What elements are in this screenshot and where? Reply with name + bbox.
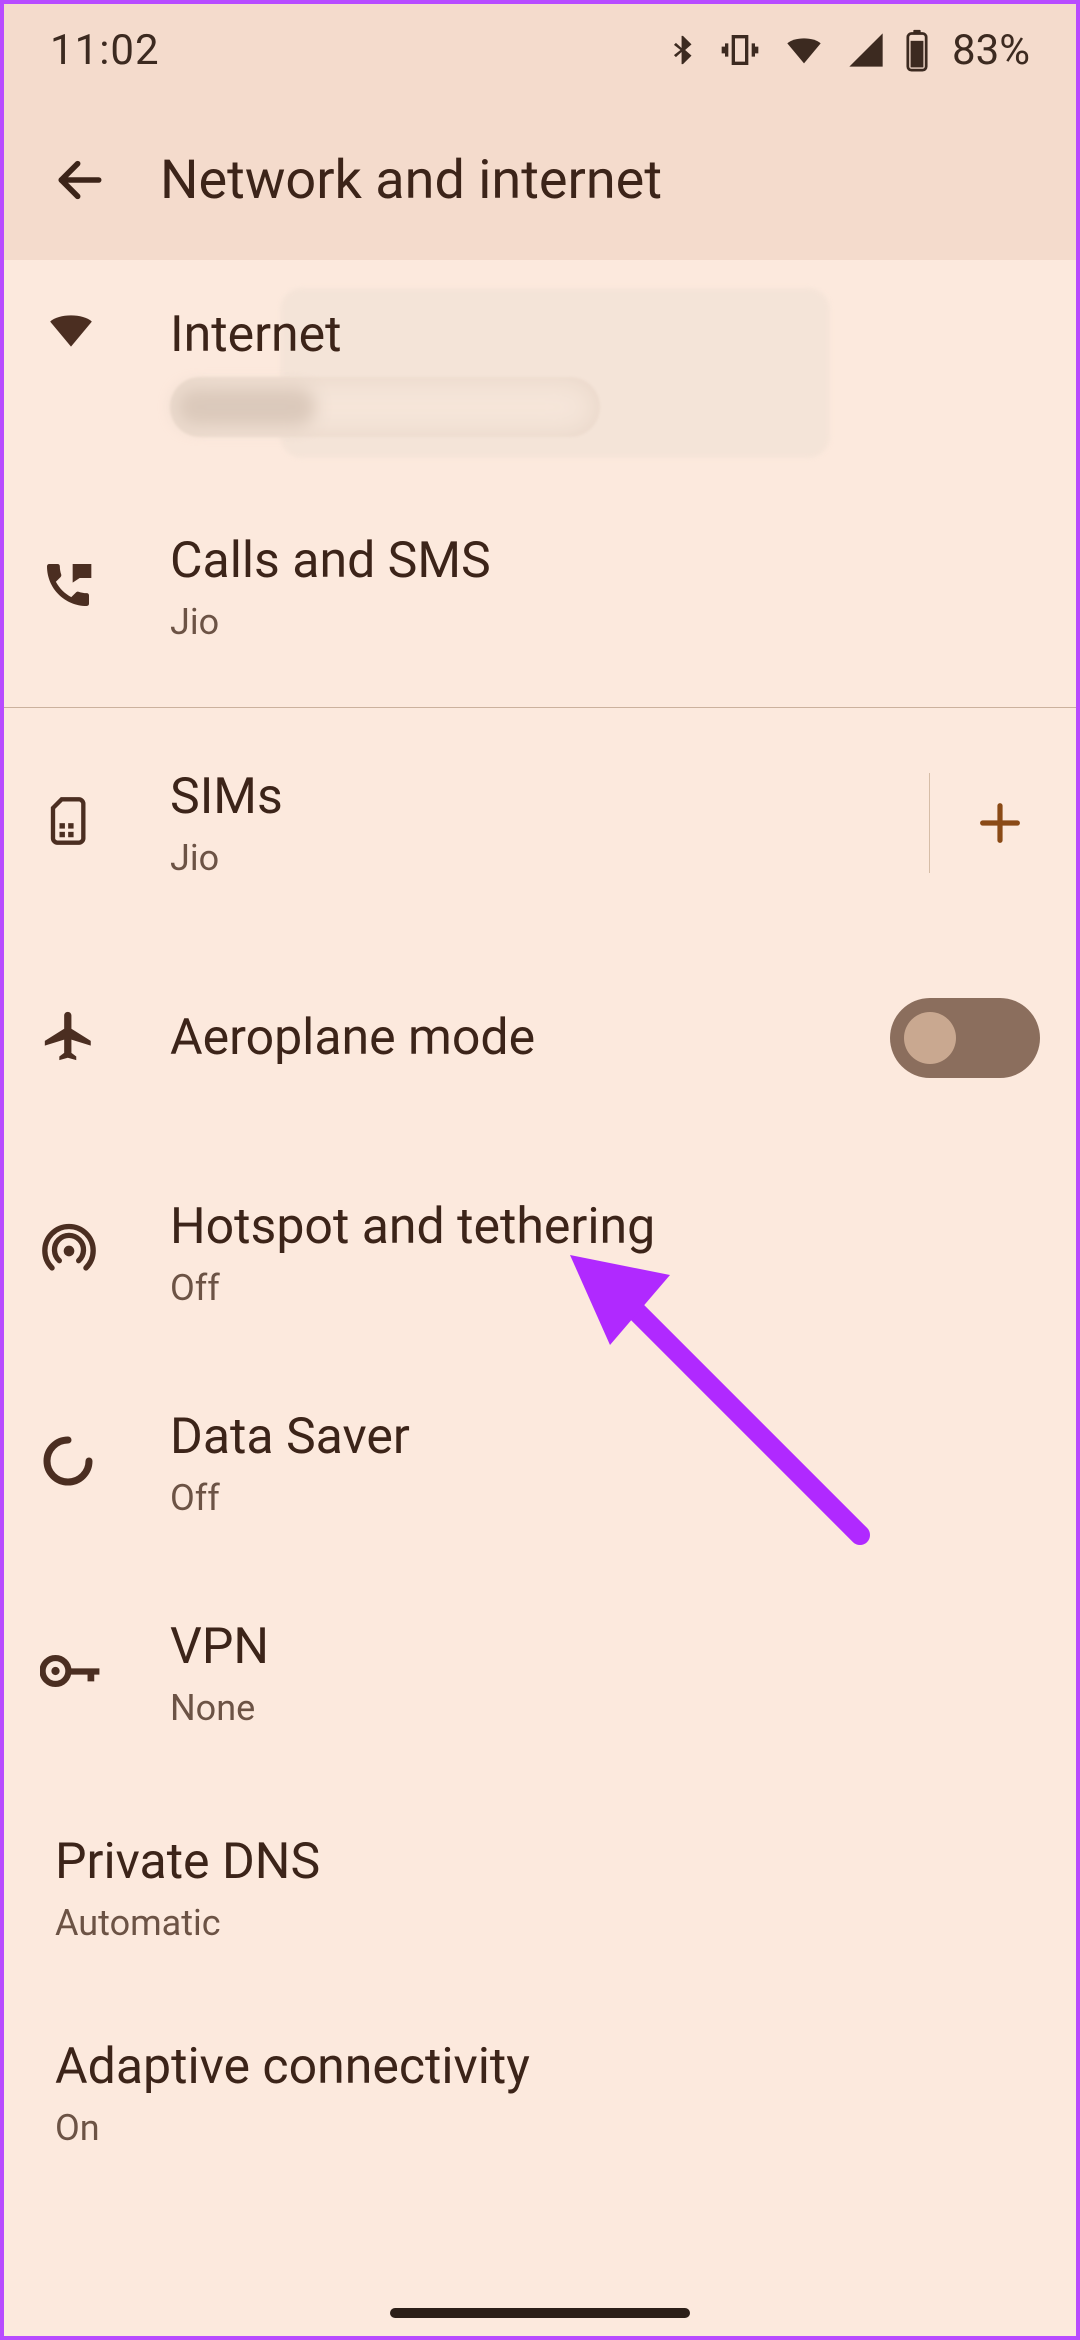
item-calls-sms-title: Calls and SMS	[170, 531, 1040, 591]
add-sim-button[interactable]	[960, 783, 1040, 863]
battery-icon	[904, 28, 930, 72]
settings-list: Internet Calls and SMS Jio SIMs Jio	[0, 260, 1080, 2198]
status-bar: 11:02 83%	[0, 0, 1080, 100]
item-sims[interactable]: SIMs Jio	[0, 708, 1080, 928]
item-calls-sms[interactable]: Calls and SMS Jio	[0, 495, 1080, 707]
item-private-dns-title: Private DNS	[55, 1832, 1040, 1892]
item-internet-subtitle-redacted	[170, 365, 1040, 437]
item-private-dns-subtitle: Automatic	[55, 1902, 1040, 1944]
divider-vertical	[929, 773, 930, 873]
phone-sms-icon	[40, 557, 96, 617]
item-internet[interactable]: Internet	[0, 260, 1080, 495]
item-calls-sms-subtitle: Jio	[170, 601, 1040, 643]
status-time: 11:02	[50, 26, 160, 75]
hotspot-icon	[40, 1222, 98, 1284]
item-hotspot-title: Hotspot and tethering	[170, 1197, 1040, 1257]
item-private-dns[interactable]: Private DNS Automatic	[0, 1783, 1080, 1988]
item-hotspot[interactable]: Hotspot and tethering Off	[0, 1148, 1080, 1358]
nav-handle[interactable]	[390, 2308, 690, 2318]
status-icons: 83%	[666, 26, 1030, 75]
vibrate-icon	[718, 30, 762, 70]
page-title: Network and internet	[160, 149, 662, 212]
battery-percent: 83%	[952, 26, 1030, 75]
airplane-icon	[40, 1007, 98, 1069]
item-internet-title: Internet	[170, 305, 1040, 365]
item-data-saver-title: Data Saver	[170, 1407, 1040, 1467]
item-vpn-subtitle: None	[170, 1687, 1040, 1729]
item-data-saver[interactable]: Data Saver Off	[0, 1358, 1080, 1568]
app-bar: Network and internet	[0, 100, 1080, 260]
item-vpn-title: VPN	[170, 1617, 1040, 1677]
plus-icon	[974, 797, 1026, 849]
item-sims-title: SIMs	[170, 767, 909, 827]
item-data-saver-subtitle: Off	[170, 1477, 1040, 1519]
wifi-icon	[780, 30, 828, 70]
item-aeroplane-title: Aeroplane mode	[170, 1008, 870, 1068]
item-adaptive-connectivity[interactable]: Adaptive connectivity On	[0, 1988, 1080, 2198]
wifi-icon	[40, 305, 102, 359]
data-saver-icon	[40, 1433, 96, 1493]
item-adaptive-subtitle: On	[55, 2107, 1040, 2149]
item-aeroplane-mode[interactable]: Aeroplane mode	[0, 928, 1080, 1148]
item-adaptive-title: Adaptive connectivity	[55, 2037, 1040, 2097]
vpn-key-icon	[40, 1651, 102, 1695]
item-hotspot-subtitle: Off	[170, 1267, 1040, 1309]
arrow-back-icon	[52, 152, 108, 208]
bluetooth-icon	[666, 28, 700, 72]
item-vpn[interactable]: VPN None	[0, 1568, 1080, 1783]
cellular-signal-icon	[846, 30, 886, 70]
aeroplane-mode-switch[interactable]	[890, 998, 1040, 1078]
sim-card-icon	[40, 791, 92, 855]
back-button[interactable]	[30, 130, 130, 230]
item-sims-subtitle: Jio	[170, 837, 909, 879]
